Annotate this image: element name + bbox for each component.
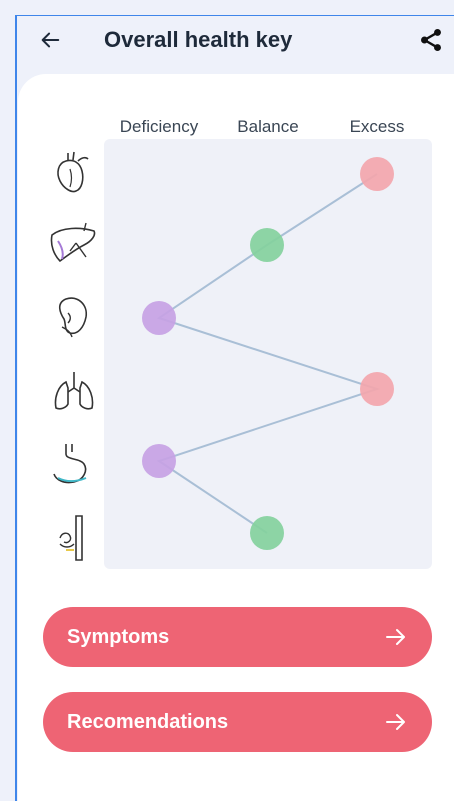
arrow-right-icon [386, 714, 405, 730]
stomach-level-point [142, 444, 176, 478]
intestine-level-point [250, 516, 284, 550]
health-key-chart [142, 157, 394, 550]
connector-line [156, 173, 381, 534]
recommendations-button-label: Recomendations [67, 710, 229, 733]
symptoms-button[interactable]: Symptoms [43, 607, 432, 667]
symptoms-button-label: Symptoms [67, 625, 170, 648]
recommendations-button[interactable]: Recomendations [43, 692, 432, 752]
kidney-level-point [142, 301, 176, 335]
liver-level-point [250, 228, 284, 262]
heart-level-point [360, 157, 394, 191]
lungs-level-point [360, 372, 394, 406]
arrow-right-icon [386, 629, 405, 645]
